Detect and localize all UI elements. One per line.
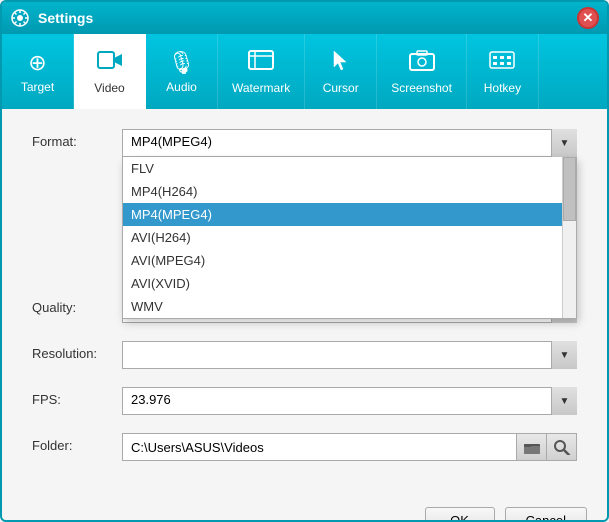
tab-target[interactable]: ⊕ Target xyxy=(2,34,74,109)
tab-video-label: Video xyxy=(94,81,124,95)
format-select-wrapper: MP4(MPEG4) ▼ xyxy=(122,129,577,157)
fps-select[interactable]: 23.976 xyxy=(122,387,577,415)
tab-bar: ⊕ Target Video 🎙 Audio xyxy=(2,34,607,109)
folder-input-group xyxy=(122,433,577,461)
format-scrollbar[interactable] xyxy=(562,157,576,318)
screenshot-icon xyxy=(409,49,435,77)
target-icon: ⊕ xyxy=(28,50,46,76)
ok-button[interactable]: OK xyxy=(425,507,495,522)
tab-screenshot[interactable]: Screenshot xyxy=(377,34,467,109)
folder-label: Folder: xyxy=(32,433,122,453)
fps-control: 23.976 ▼ xyxy=(122,387,577,415)
tab-watermark-label: Watermark xyxy=(232,81,290,95)
format-select[interactable]: MP4(MPEG4) xyxy=(122,129,577,157)
format-control: MP4(MPEG4) ▼ FLV MP4(H264) MP4(MPEG4) AV… xyxy=(122,129,577,157)
quality-label: Quality: xyxy=(32,295,122,315)
resolution-select-wrapper: ▼ xyxy=(122,341,577,369)
cancel-button[interactable]: Cancel xyxy=(505,507,587,522)
tab-audio[interactable]: 🎙 Audio xyxy=(146,34,218,109)
tab-screenshot-label: Screenshot xyxy=(391,81,452,95)
format-dropdown-list: FLV MP4(H264) MP4(MPEG4) AVI(H264) AVI(M… xyxy=(122,157,577,319)
resolution-control: ▼ xyxy=(122,341,577,369)
settings-window: Settings ✕ ⊕ Target Video 🎙 Audio xyxy=(0,0,609,522)
title-bar: Settings ✕ xyxy=(2,2,607,34)
resolution-label: Resolution: xyxy=(32,341,122,361)
folder-control xyxy=(122,433,577,461)
resolution-row: Resolution: ▼ xyxy=(32,341,577,369)
format-option-flv[interactable]: FLV xyxy=(123,157,562,180)
format-option-mp4h264[interactable]: MP4(H264) xyxy=(123,180,562,203)
folder-path-input[interactable] xyxy=(122,433,517,461)
settings-content: Format: MP4(MPEG4) ▼ FLV MP4(H264) MP4(M… xyxy=(2,109,607,499)
tab-audio-label: Audio xyxy=(166,80,197,94)
tab-cursor-label: Cursor xyxy=(323,81,359,95)
tab-cursor[interactable]: Cursor xyxy=(305,34,377,109)
fps-select-wrapper: 23.976 ▼ xyxy=(122,387,577,415)
format-option-mp4mpeg4[interactable]: MP4(MPEG4) xyxy=(123,203,562,226)
format-option-avixvid[interactable]: AVI(XVID) xyxy=(123,272,562,295)
tab-hotkey-label: Hotkey xyxy=(484,81,521,95)
folder-browse-button[interactable] xyxy=(517,433,547,461)
format-options-list: FLV MP4(H264) MP4(MPEG4) AVI(H264) AVI(M… xyxy=(123,157,562,318)
fps-label: FPS: xyxy=(32,387,122,407)
tab-watermark[interactable]: Watermark xyxy=(218,34,305,109)
cursor-icon xyxy=(330,49,352,77)
settings-title-icon xyxy=(10,8,30,28)
tab-video[interactable]: Video xyxy=(74,34,146,109)
video-icon xyxy=(97,49,123,77)
folder-row: Folder: xyxy=(32,433,577,461)
fps-row: FPS: 23.976 ▼ xyxy=(32,387,577,415)
format-scroll-thumb xyxy=(563,157,576,221)
close-button[interactable]: ✕ xyxy=(577,7,599,29)
watermark-icon xyxy=(248,49,274,77)
footer: OK Cancel xyxy=(2,499,607,522)
audio-icon: 🎙 xyxy=(168,50,196,76)
format-label: Format: xyxy=(32,129,122,149)
tab-target-label: Target xyxy=(21,80,54,94)
format-dropdown-container: MP4(MPEG4) ▼ FLV MP4(H264) MP4(MPEG4) AV… xyxy=(122,129,577,157)
format-option-avimpeg4[interactable]: AVI(MPEG4) xyxy=(123,249,562,272)
format-option-avih264[interactable]: AVI(H264) xyxy=(123,226,562,249)
tab-hotkey[interactable]: Hotkey xyxy=(467,34,539,109)
folder-search-button[interactable] xyxy=(547,433,577,461)
hotkey-icon xyxy=(489,49,515,77)
resolution-select[interactable] xyxy=(122,341,577,369)
format-row: Format: MP4(MPEG4) ▼ FLV MP4(H264) MP4(M… xyxy=(32,129,577,157)
window-title: Settings xyxy=(38,10,577,26)
format-option-wmv[interactable]: WMV xyxy=(123,295,562,318)
